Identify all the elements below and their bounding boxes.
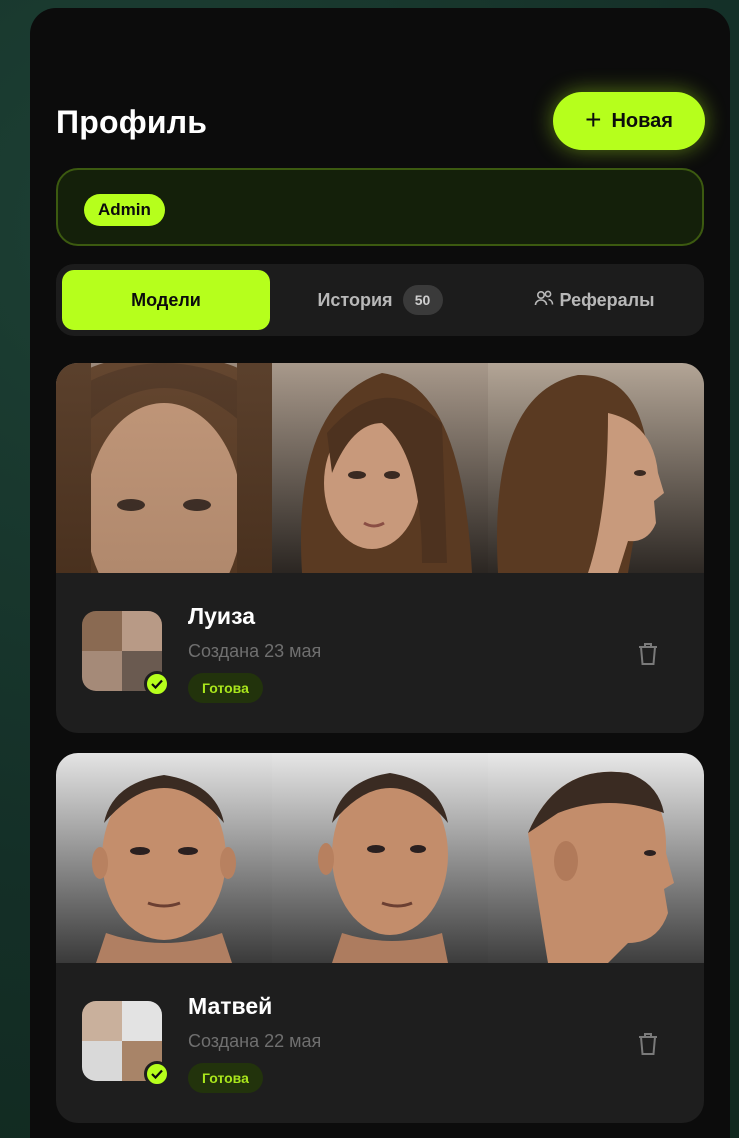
model-thumbnail [82, 1001, 170, 1087]
admin-badge: Admin [84, 194, 165, 226]
model-photo-profile [488, 363, 704, 573]
trash-icon[interactable] [636, 641, 660, 667]
page-title: Профиль [56, 104, 208, 140]
tab-referrals[interactable]: Рефералы [490, 270, 698, 330]
history-count-badge: 50 [402, 285, 443, 315]
status-badge: Готова [188, 673, 263, 703]
model-photo-three-quarter [272, 363, 488, 573]
model-card[interactable]: Луиза Создана 23 мая Готова [56, 363, 704, 733]
model-name: Луиза [188, 603, 255, 629]
status-badge: Готова [188, 1063, 263, 1093]
trash-icon[interactable] [636, 1031, 660, 1057]
model-photo-three-quarter [272, 753, 488, 963]
tab-models-label: Модели [131, 289, 201, 310]
model-card[interactable]: Матвей Создана 22 мая Готова [56, 753, 704, 1123]
model-photo-front [56, 753, 272, 963]
check-icon [144, 1061, 170, 1087]
profile-screen: Профиль + Новая Admin Модели История 50 … [30, 8, 730, 1138]
new-model-button-label: Новая [611, 109, 673, 132]
tab-bar: Модели История 50 Рефералы [56, 264, 704, 336]
model-photo-strip [56, 363, 704, 573]
model-photo-profile [488, 753, 704, 963]
model-card-info: Матвей Создана 22 мая Готова [56, 963, 704, 1123]
model-photo-strip [56, 753, 704, 963]
model-created-date: Создана 22 мая [188, 1031, 322, 1051]
check-icon [144, 671, 170, 697]
role-panel: Admin [56, 168, 704, 246]
model-photo-front [56, 363, 272, 573]
model-created-date: Создана 23 мая [188, 641, 322, 661]
tab-referrals-label: Рефералы [559, 289, 655, 310]
tab-models[interactable]: Модели [62, 270, 270, 330]
plus-icon: + [585, 104, 602, 135]
model-card-info: Луиза Создана 23 мая Готова [56, 573, 704, 733]
tab-history[interactable]: История 50 [276, 270, 484, 330]
users-icon [534, 289, 554, 312]
new-model-button[interactable]: + Новая [553, 92, 705, 150]
model-thumbnail [82, 611, 170, 697]
tab-history-label: История [317, 289, 393, 310]
model-name: Матвей [188, 993, 273, 1019]
